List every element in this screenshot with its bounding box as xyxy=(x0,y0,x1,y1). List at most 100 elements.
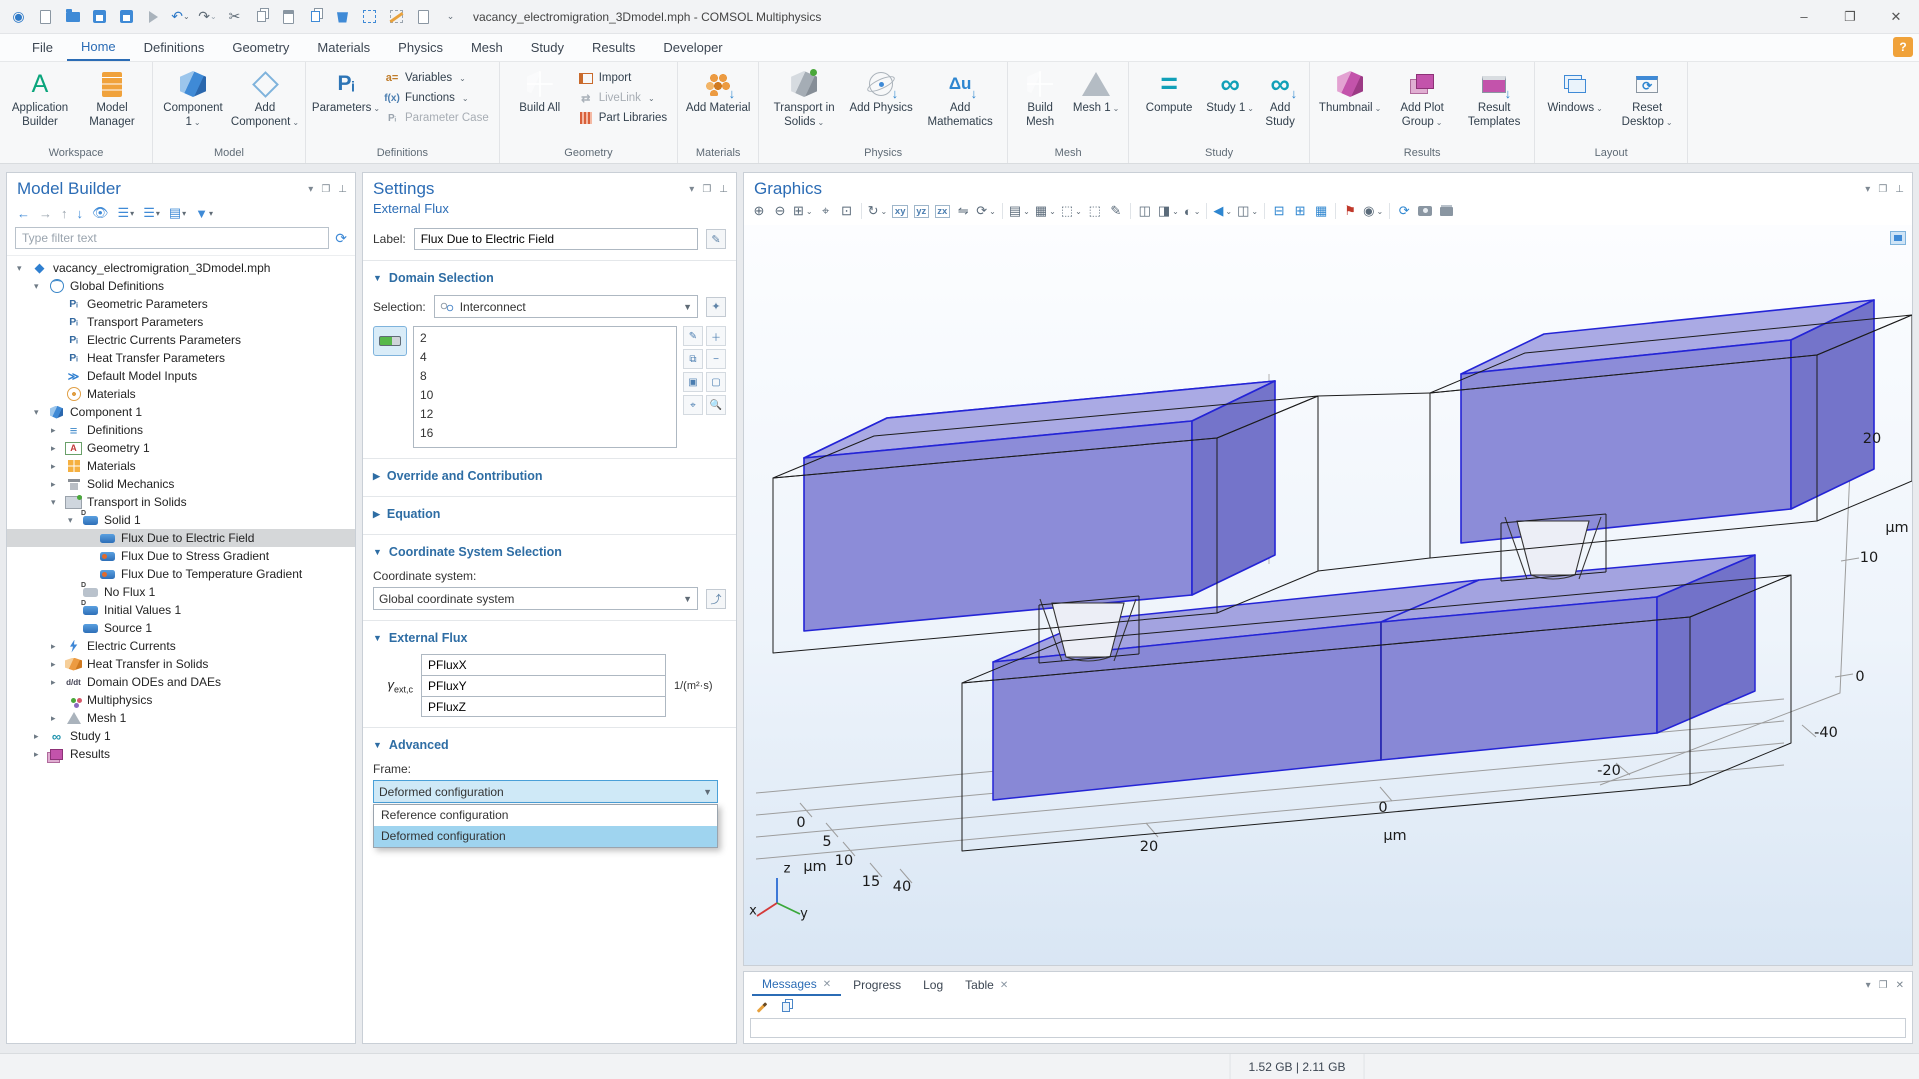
frame-dropdown[interactable]: Deformed configuration▼ xyxy=(373,780,718,803)
show-icon[interactable]: 👁 xyxy=(92,205,109,221)
view-zx-icon[interactable]: zx xyxy=(933,201,951,221)
flux-z-input[interactable] xyxy=(421,696,666,717)
zoom-extents-icon[interactable]: ⌖ xyxy=(817,201,835,221)
tree-item-default-model-inputs[interactable]: Default Model Inputs xyxy=(7,367,355,385)
tree-item-transport-in-solids[interactable]: ▾Transport in Solids xyxy=(7,493,355,511)
tree-item-flux-due-to-electric-field[interactable]: Flux Due to Electric Field xyxy=(7,529,355,547)
split-menu-icon[interactable]: ◫⌄ xyxy=(1236,201,1259,221)
zoom-menu-icon[interactable]: ⊞⌄ xyxy=(792,201,814,221)
zoom-to-selection-icon[interactable]: ⌖ xyxy=(683,395,703,415)
tab-progress[interactable]: Progress xyxy=(843,975,911,995)
tab-developer[interactable]: Developer xyxy=(649,34,736,61)
tab-results[interactable]: Results xyxy=(578,34,649,61)
tree-item-solid-mechanics[interactable]: ▸Solid Mechanics xyxy=(7,475,355,493)
active-toggle-button[interactable] xyxy=(373,326,407,356)
override-header[interactable]: ▶Override and Contribution xyxy=(373,466,726,486)
back-icon[interactable]: ← xyxy=(17,206,30,221)
clip-menu-icon[interactable]: ◨⌄ xyxy=(1157,201,1180,221)
flux-y-input[interactable] xyxy=(421,675,666,696)
thumbnail-button[interactable]: Thumbnail⌄ xyxy=(1314,64,1386,145)
environment-menu-icon[interactable]: ◐⌄ xyxy=(1183,201,1202,221)
lasso-select-icon[interactable]: ✎ xyxy=(1107,201,1125,221)
play-menu-icon[interactable]: ◀⌄ xyxy=(1212,201,1233,221)
copy-selection-icon[interactable]: ⧉ xyxy=(683,349,703,369)
domain-list-item[interactable]: 2 xyxy=(420,329,670,348)
split-vertical-icon[interactable]: ⊞ xyxy=(1291,201,1309,221)
copy-icon[interactable] xyxy=(778,999,794,1015)
view-yz-icon[interactable]: yz xyxy=(912,201,930,221)
domain-list-item[interactable]: 4 xyxy=(420,348,670,367)
orientation-menu-icon[interactable]: ↻⌄ xyxy=(867,201,889,221)
tree-item-root[interactable]: ▾◆vacancy_electromigration_3Dmodel.mph xyxy=(7,259,355,277)
component-1-button[interactable]: Component 1⌄ xyxy=(157,64,229,145)
windows-button[interactable]: Windows⌄ xyxy=(1539,64,1611,145)
tree-item-global-definitions[interactable]: ▾Global Definitions xyxy=(7,277,355,295)
rotate-menu-icon[interactable]: ⟳⌄ xyxy=(975,201,997,221)
paste-icon[interactable] xyxy=(280,8,297,25)
zoom-out-icon[interactable]: ⊖ xyxy=(771,201,789,221)
frame-option-reference[interactable]: Reference configuration xyxy=(374,805,717,826)
duplicate-icon[interactable] xyxy=(307,8,324,25)
add-component-button[interactable]: Add Component⌄ xyxy=(229,64,301,145)
view-xy-icon[interactable]: xy xyxy=(891,201,909,221)
tab-log[interactable]: Log xyxy=(913,975,953,995)
compute-button[interactable]: =Compute xyxy=(1133,64,1205,145)
tab-definitions[interactable]: Definitions xyxy=(130,34,219,61)
close-button[interactable]: ✕ xyxy=(1873,0,1919,34)
move-down-icon[interactable]: ↓ xyxy=(77,206,84,221)
color-menu-icon[interactable]: ◉⌄ xyxy=(1362,201,1384,221)
advanced-header[interactable]: ▼Advanced xyxy=(373,735,726,755)
frame-option-deformed[interactable]: Deformed configuration xyxy=(374,826,717,847)
select-menu-icon[interactable]: ⬚⌄ xyxy=(1060,201,1083,221)
tree-item-heat-transfer-parameters[interactable]: Heat Transfer Parameters xyxy=(7,349,355,367)
label-field-input[interactable] xyxy=(414,228,698,250)
selection-dropdown[interactable]: Interconnect▼ xyxy=(434,295,698,318)
create-selection-icon[interactable]: ✦ xyxy=(706,297,726,317)
save-icon[interactable] xyxy=(91,8,108,25)
customize-toolbar-icon[interactable]: ⌄ xyxy=(442,8,459,25)
box-select-icon[interactable]: ⬚ xyxy=(1086,201,1104,221)
zoom-in-icon[interactable]: ⊕ xyxy=(750,201,768,221)
build-mesh-button[interactable]: Build Mesh xyxy=(1012,64,1068,145)
float-panel-icon[interactable]: ❐ xyxy=(702,184,711,195)
tree-item-transport-parameters[interactable]: Transport Parameters xyxy=(7,313,355,331)
expand-all-icon[interactable]: ☰▾ xyxy=(118,205,135,221)
refresh-icon[interactable]: ⟳ xyxy=(335,230,347,247)
tree-item-component-1[interactable]: ▾Component 1 xyxy=(7,403,355,421)
clear-icon[interactable] xyxy=(754,999,770,1015)
tab-table[interactable]: Table✕ xyxy=(955,975,1018,995)
tree-item-flux-due-to-stress-gradient[interactable]: Flux Due to Stress Gradient xyxy=(7,547,355,565)
tab-study[interactable]: Study xyxy=(517,34,578,61)
close-tab-icon[interactable]: ✕ xyxy=(1000,980,1008,991)
domain-list-item[interactable]: 16 xyxy=(420,424,670,443)
tab-materials[interactable]: Materials xyxy=(303,34,384,61)
update-view-icon[interactable]: ⟳ xyxy=(1395,201,1413,221)
help-icon[interactable]: ? xyxy=(1893,37,1913,57)
tab-messages[interactable]: Messages✕ xyxy=(752,974,841,996)
tree-item-geometry-1[interactable]: ▸Geometry 1 xyxy=(7,439,355,457)
tree-item-results[interactable]: ▸Results xyxy=(7,745,355,763)
graphics-scene[interactable]: 0 5 10 15 40 µm 20 0 µm 20 µm 10 0 -40 -… xyxy=(744,225,1912,965)
panel-menu-icon[interactable]: ▾ xyxy=(1865,184,1870,195)
add-to-selection-icon[interactable]: ＋ xyxy=(706,326,726,346)
maximize-button[interactable]: ❐ xyxy=(1827,0,1873,34)
panel-menu-icon[interactable]: ▾ xyxy=(689,184,694,195)
table-view-icon[interactable]: ▦ xyxy=(1312,201,1330,221)
build-all-button[interactable]: Build All xyxy=(504,64,576,145)
find-icon[interactable] xyxy=(415,8,432,25)
filter-icon[interactable]: ▼▾ xyxy=(195,206,213,221)
mesh-1-button[interactable]: Mesh 1⌄ xyxy=(1068,64,1124,145)
functions-button[interactable]: f(x)Functions⌄ xyxy=(384,90,489,106)
domain-list[interactable]: 2 4 8 10 12 16 xyxy=(413,326,677,448)
save-as-icon[interactable] xyxy=(118,8,135,25)
tree-item-materials-component[interactable]: ▸Materials xyxy=(7,457,355,475)
cut-icon[interactable]: ✂ xyxy=(226,8,243,25)
float-panel-icon[interactable]: ❐ xyxy=(1879,980,1888,991)
new-file-icon[interactable] xyxy=(37,8,54,25)
split-horizontal-icon[interactable]: ⊟ xyxy=(1270,201,1288,221)
scene-menu-icon[interactable]: ▤⌄ xyxy=(1008,201,1031,221)
delete-icon[interactable] xyxy=(334,8,351,25)
tree-item-geometric-parameters[interactable]: Geometric Parameters xyxy=(7,295,355,313)
snapshot-icon[interactable] xyxy=(1416,201,1434,221)
tab-physics[interactable]: Physics xyxy=(384,34,457,61)
